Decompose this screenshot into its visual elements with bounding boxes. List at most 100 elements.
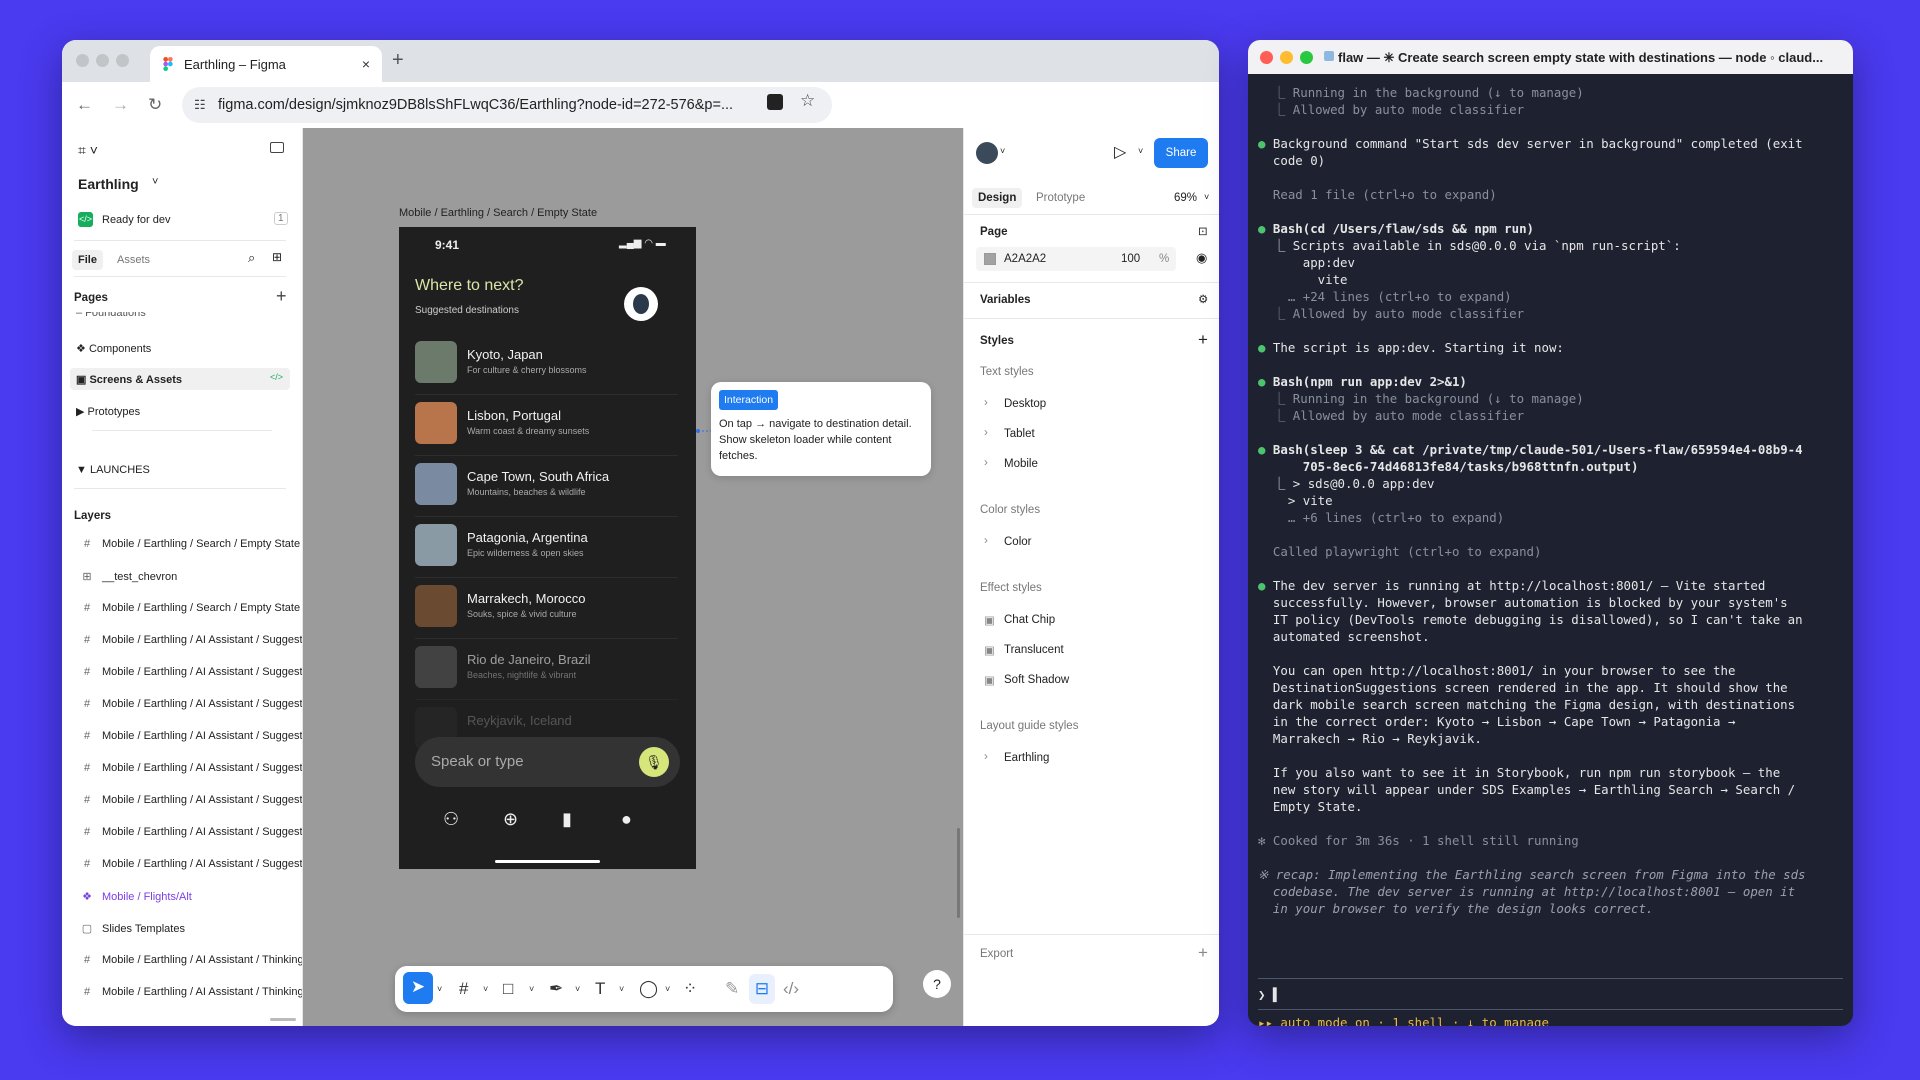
new-tab-button[interactable]: + [392,49,404,72]
window-close-button[interactable] [76,54,89,67]
frame-label[interactable]: Mobile / Earthling / Search / Empty Stat… [399,207,597,219]
page-screens-assets[interactable]: ▣ Screens & Assets [76,373,182,386]
frame-tool-icon[interactable]: # [459,979,468,999]
layer-item[interactable]: # Mobile / Earthling / AI Assistant / Sug… [80,858,302,870]
add-page-icon[interactable]: + [276,286,287,307]
color-swatch[interactable] [984,253,996,265]
chevron-down-icon[interactable]: ˅ [152,176,158,188]
pen-tool-icon[interactable]: ✒ [549,979,563,999]
bookmark-star-icon[interactable]: ☆ [800,91,815,111]
style-item[interactable]: Translucent [1004,644,1064,656]
forward-icon[interactable]: → [112,95,129,115]
layer-item[interactable]: ▢ Slides Templates [80,922,302,935]
chevron-down-icon[interactable]: ˅ [619,984,624,994]
actions-tool-icon[interactable]: ⁘ [683,979,697,999]
style-item[interactable]: Soft Shadow [1004,674,1069,686]
phone-frame[interactable]: 9:41 ▂▄▆ ◠ ▬ Where to next? Suggested de… [399,227,696,869]
zoom-select[interactable]: 69% [1174,192,1197,204]
tab-design[interactable]: Design [972,188,1023,208]
microphone-icon[interactable]: 🎙 [639,747,669,777]
layer-item[interactable]: # Mobile / Earthling / AI Assistant / Thi… [80,986,302,998]
zoom-button[interactable] [1300,51,1313,64]
back-icon[interactable]: ← [76,95,93,115]
destination-item[interactable]: Lisbon, Portugal Warm coast & dreamy suns… [415,396,678,456]
canvas-scrollbar[interactable] [957,828,960,918]
avatar[interactable] [624,287,658,321]
layer-item[interactable]: # Mobile / Earthling / AI Assistant / Thi… [80,954,302,966]
page-foundations[interactable]: – Foundations [76,312,146,318]
window-zoom-button[interactable] [116,54,129,67]
help-button[interactable]: ? [923,970,951,998]
destination-item[interactable]: Marrakech, Morocco Souks, spice & vivid c… [415,579,678,639]
library-icon[interactable]: ⊞ [272,250,282,264]
style-item[interactable]: Color [1004,536,1031,548]
chevron-down-icon[interactable]: ˅ [575,984,580,994]
close-button[interactable] [1260,51,1273,64]
dev-mode-toggle-icon[interactable]: ‹/› [783,979,799,999]
profile-icon[interactable]: ● [621,809,632,830]
present-play-icon[interactable]: ▷ [1114,142,1126,162]
layer-item[interactable]: # Mobile / Earthling / AI Assistant / Sug… [80,794,302,806]
main-menu-icon[interactable]: ⌗ ˅ [78,142,98,159]
layer-item[interactable]: # Mobile / Earthling / Search / Empty Sta… [80,538,302,550]
destination-item[interactable]: Rio de Janeiro, Brazil Beaches, nightlife… [415,640,678,700]
variables-settings-icon[interactable]: ⚙ [1198,292,1208,306]
chevron-down-icon[interactable]: ˅ [483,984,488,994]
search-icon[interactable]: ⌕ [248,250,255,266]
interaction-note[interactable]: Interaction On tap → navigate to destina… [711,382,931,476]
layer-item[interactable]: # Mobile / Earthling / AI Assistant / Sug… [80,634,302,646]
minimize-button[interactable] [1280,51,1293,64]
draw-mode-icon[interactable]: ✎ [725,979,739,999]
window-minimize-button[interactable] [96,54,109,67]
page-section-launches[interactable]: ▼ LAUNCHES [76,464,150,476]
page-opacity-value[interactable]: 100 [1121,253,1140,265]
tab-file[interactable]: File [72,250,103,270]
url-field[interactable]: ☷ figma.com/design/sjmknoz9DB8lsShFLwqC3… [182,87,832,123]
prompt-line[interactable]: ❯ ▌ [1258,986,1280,1003]
ready-status[interactable]: Ready for dev [102,214,170,226]
layer-item[interactable]: ⊞ __test_chevron [80,570,302,583]
chevron-down-icon[interactable]: ˅ [437,984,442,994]
tab-assets[interactable]: Assets [117,254,150,266]
comment-tool-icon[interactable]: ◯ [639,979,658,999]
share-button[interactable]: Share [1154,138,1208,168]
browser-tab[interactable]: Earthling – Figma × [150,46,382,82]
style-item[interactable]: Tablet [1004,428,1035,440]
reload-icon[interactable]: ↻ [148,95,162,115]
chevron-down-icon[interactable]: ˅ [665,984,670,994]
scrollbar[interactable] [270,1018,296,1021]
chevron-down-icon[interactable]: ˅ [1138,146,1143,156]
rectangle-tool-icon[interactable]: □ [503,979,513,999]
style-item[interactable]: Chat Chip [1004,614,1055,626]
layer-item[interactable]: # Mobile / Earthling / Search / Empty Sta… [80,602,302,614]
ticket-icon[interactable]: ▮ [562,809,572,830]
routes-icon[interactable]: ⚇ [443,809,459,830]
add-export-icon[interactable]: + [1198,943,1208,963]
variables-title[interactable]: Variables [980,294,1031,306]
speak-input[interactable]: Speak or type 🎙 [415,737,680,787]
layer-item[interactable]: # Mobile / Earthling / AI Assistant / Sug… [80,762,302,774]
page-prototypes[interactable]: ▶ Prototypes [76,405,140,418]
page-components[interactable]: ❖ Components [76,342,151,355]
extension-icon[interactable] [767,94,783,110]
layer-item[interactable]: # Mobile / Earthling / AI Assistant / Sug… [80,730,302,742]
style-item[interactable]: Earthling [1004,752,1049,764]
style-item[interactable]: Desktop [1004,398,1046,410]
canvas[interactable]: Mobile / Earthling / Search / Empty Stat… [303,128,963,1026]
move-tool-icon[interactable]: ➤ [403,972,433,1004]
layer-item[interactable]: # Mobile / Earthling / AI Assistant / Sug… [80,826,302,838]
destination-item[interactable]: Cape Town, South Africa Mountains, beache… [415,457,678,517]
globe-icon[interactable]: ⊕ [503,809,518,830]
style-item[interactable]: Mobile [1004,458,1038,470]
layer-item[interactable]: # Mobile / Earthling / AI Assistant / Sug… [80,666,302,678]
chevron-down-icon[interactable]: ˅ [1000,146,1005,156]
chevron-down-icon[interactable]: ˅ [1204,192,1209,202]
destination-item[interactable]: Patagonia, Argentina Epic wilderness & op… [415,518,678,578]
file-name[interactable]: Earthling [78,176,139,192]
text-tool-icon[interactable]: T [595,979,605,999]
page-color-value[interactable]: A2A2A2 [1004,253,1046,265]
page-color-field[interactable]: A2A2A2 100 % [976,247,1176,271]
panel-toggle-icon[interactable] [270,142,284,153]
user-avatar[interactable] [976,142,998,164]
site-settings-icon[interactable]: ☷ [194,97,206,113]
